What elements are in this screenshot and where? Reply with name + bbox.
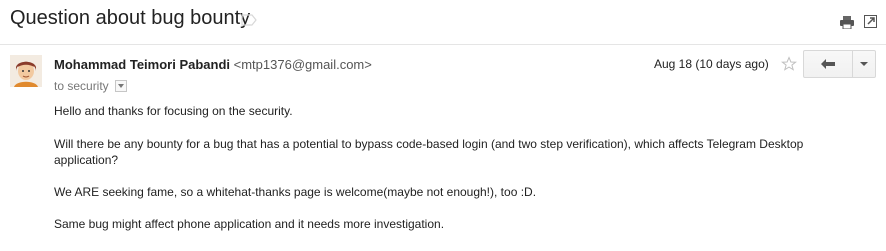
message-body-paragraph: Will there be any bounty for a bug that …: [54, 137, 804, 167]
subject-header: Question about bug bounty: [0, 0, 886, 45]
new-window-icon[interactable]: [864, 15, 877, 28]
message-body-paragraph: Hello and thanks for focusing on the sec…: [54, 104, 293, 118]
chevron-down-icon: [860, 62, 868, 66]
sender-name[interactable]: Mohammad Teimori Pabandi: [54, 57, 230, 72]
reply-arrow-icon: [821, 59, 835, 69]
sender-line: Mohammad Teimori Pabandi <mtp1376@gmail.…: [54, 57, 372, 72]
show-details-button[interactable]: [115, 79, 128, 92]
print-icon[interactable]: [840, 16, 854, 29]
chevron-down-icon: [118, 83, 125, 88]
email-subject: Question about bug bounty: [10, 7, 251, 29]
message-body-paragraph: We ARE seeking fame, so a whitehat-thank…: [54, 185, 537, 199]
email-thread-view: Question about bug bounty Mohammad Teimo…: [0, 0, 886, 251]
reply-button-group: [803, 50, 876, 78]
sender-email: <mtp1376@gmail.com>: [233, 57, 372, 72]
more-actions-button[interactable]: [853, 51, 875, 77]
message-date: Aug 18 (10 days ago): [654, 57, 769, 71]
recipient-text: to security: [54, 78, 109, 93]
reply-button[interactable]: [804, 51, 853, 77]
label-icon[interactable]: [241, 14, 257, 26]
star-icon[interactable]: [781, 56, 797, 72]
sender-avatar: [10, 55, 42, 87]
recipient-line: to security: [54, 78, 128, 93]
message-body-paragraph: Same bug might affect phone application …: [54, 217, 445, 231]
